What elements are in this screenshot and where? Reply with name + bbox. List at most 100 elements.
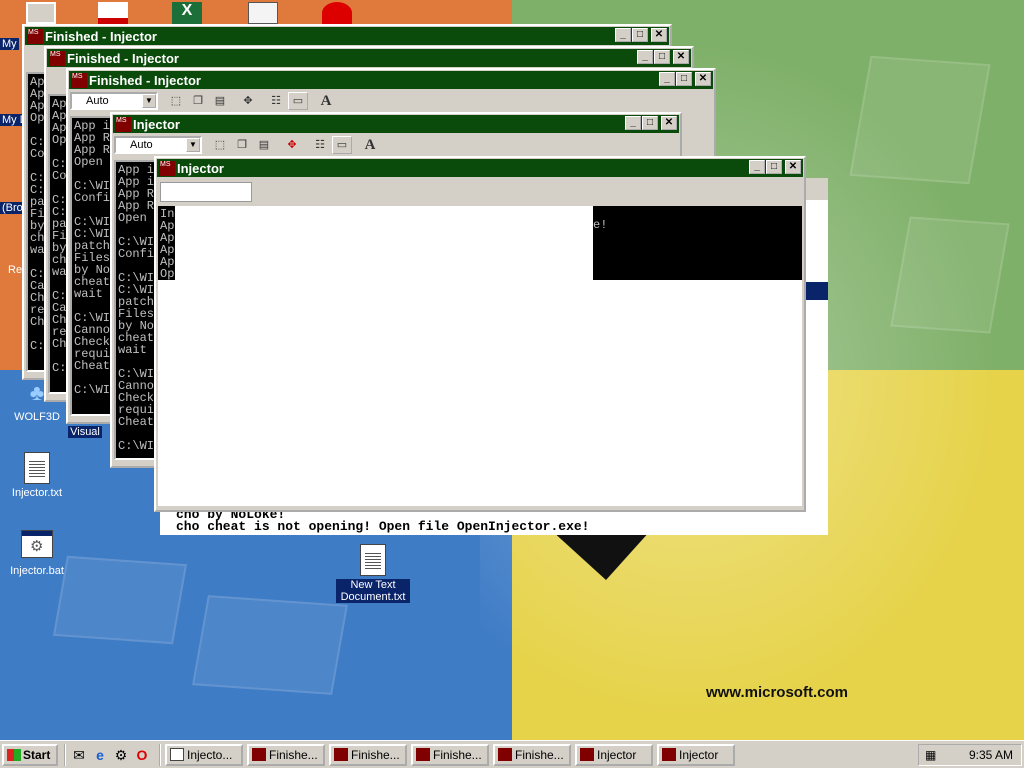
copy-icon[interactable]: ❐	[232, 136, 252, 154]
close-button[interactable]: ✕	[695, 72, 711, 86]
console-toolbar: Auto ▼ ⬚ ❐ ▤ ✥ ☷ ▭ A	[68, 90, 714, 112]
notepad-icon	[170, 748, 184, 761]
background-icon[interactable]: ▭	[288, 92, 308, 110]
properties-icon[interactable]: ☷	[266, 92, 286, 110]
chevron-down-icon[interactable]: ▼	[186, 138, 200, 152]
injector-window-2[interactable]: MS Injector _ □ ✕ In Ap Ap Ap Ap Op e!	[154, 156, 806, 512]
desktop-icon-injector-bat[interactable]: Injector.bat	[0, 528, 74, 577]
desktop-icon-new-text-document[interactable]: New Text Document.txt	[336, 544, 410, 603]
minimize-button[interactable]: _	[625, 116, 641, 130]
font-size-dropdown[interactable]	[160, 182, 252, 202]
opera-icon[interactable]	[322, 2, 352, 24]
font-icon[interactable]: A	[316, 92, 336, 110]
maximize-button[interactable]: □	[676, 72, 692, 86]
title-bar[interactable]: MS Injector _ □ ✕	[113, 115, 679, 133]
ms-dos-icon	[334, 748, 348, 761]
outlook-icon[interactable]	[98, 2, 128, 24]
paste-icon[interactable]: ▤	[210, 92, 230, 110]
ms-dos-icon: MS	[115, 116, 131, 132]
mark-icon[interactable]: ⬚	[166, 92, 186, 110]
quick-launch: ✉ e ⚙ O	[64, 743, 151, 766]
taskbar-item-label: Finishe...	[515, 747, 564, 762]
wallpaper-tile	[192, 595, 348, 695]
paste-icon[interactable]: ▤	[254, 136, 274, 154]
clock[interactable]: 9:35 AM	[969, 748, 1013, 762]
console-toolbar: Auto ▼ ⬚ ❐ ▤ ✥ ☷ ▭ A	[112, 134, 680, 156]
maximize-button[interactable]: □	[632, 28, 648, 42]
full-screen-icon[interactable]: ✥	[238, 92, 258, 110]
taskbar-item[interactable]: Finishe...	[247, 743, 325, 766]
taskbar-item-label: Finishe...	[433, 747, 482, 762]
taskbar-item[interactable]: Injector	[575, 743, 653, 766]
background-icon[interactable]: ▭	[332, 136, 352, 154]
title-bar[interactable]: MS Injector _ □ ✕	[157, 159, 803, 177]
ms-dos-icon	[416, 748, 430, 761]
minimize-button[interactable]: _	[749, 160, 765, 174]
chevron-down-icon[interactable]: ▼	[142, 94, 156, 108]
ms-dos-icon	[498, 748, 512, 761]
microsoft-url-text: www.microsoft.com	[706, 684, 848, 701]
taskbar-item[interactable]: Finishe...	[329, 743, 407, 766]
properties-icon[interactable]: ☷	[310, 136, 330, 154]
desktop-icon-label: Visual	[68, 426, 102, 438]
taskbar-item[interactable]: Injecto...	[165, 743, 243, 766]
window-title: Finished - Injector	[45, 28, 157, 44]
font-size-value: Auto	[86, 95, 109, 107]
show-desktop-icon[interactable]: ⚙	[112, 746, 130, 764]
task-list: Injecto... Finishe... Finishe... Finishe…	[159, 743, 735, 766]
close-button[interactable]: ✕	[651, 28, 667, 42]
full-screen-icon[interactable]: ✥	[282, 136, 302, 154]
maximize-button[interactable]: □	[642, 116, 658, 130]
my-computer-icon[interactable]	[26, 2, 56, 24]
desktop-icon-label: WOLF3D	[14, 411, 60, 423]
console-output-line: cho cheat is not opening! Open file Open…	[176, 519, 590, 534]
windows-logo-icon	[7, 748, 21, 761]
desktop-icon-label: New Text Document.txt	[336, 579, 410, 603]
wallpaper-tile	[849, 55, 991, 185]
ms-dos-icon: MS	[27, 28, 43, 44]
taskbar-item[interactable]: Finishe...	[493, 743, 571, 766]
internet-explorer-icon[interactable]: e	[91, 746, 109, 764]
desktop-icon-label: Injector.bat	[10, 565, 64, 577]
font-size-dropdown[interactable]: Auto ▼	[70, 92, 158, 110]
close-button[interactable]: ✕	[785, 160, 801, 174]
start-label: Start	[23, 747, 51, 762]
title-bar[interactable]: MS Finished - Injector _ □ ✕	[69, 71, 713, 89]
font-icon[interactable]: A	[360, 136, 380, 154]
title-bar[interactable]: MS Finished - Injector _ □ ✕	[47, 49, 691, 67]
maximize-button[interactable]: □	[766, 160, 782, 174]
title-bar[interactable]: MS Finished - Injector _ □ ✕	[25, 27, 669, 45]
maximize-button[interactable]: □	[654, 50, 670, 64]
ms-dos-icon	[580, 748, 594, 761]
window-title: Injector	[177, 160, 224, 176]
close-button[interactable]: ✕	[661, 116, 677, 130]
font-size-dropdown[interactable]: Auto ▼	[114, 136, 202, 154]
minimize-button[interactable]: _	[637, 50, 653, 64]
mark-icon[interactable]: ⬚	[210, 136, 230, 154]
start-button[interactable]: Start	[2, 743, 58, 766]
taskbar-item[interactable]: Finishe...	[411, 743, 489, 766]
taskbar-item-label: Finishe...	[351, 747, 400, 762]
taskbar-item-label: Injecto...	[187, 747, 233, 762]
desktop-icon-visual[interactable]: Visual	[60, 426, 110, 438]
batch-file-icon	[21, 530, 53, 562]
desktop-icon-injector-txt[interactable]: Injector.txt	[0, 452, 74, 499]
ms-dos-icon: MS	[159, 160, 175, 176]
window-title: Finished - Injector	[67, 50, 179, 66]
scheduler-icon[interactable]	[248, 2, 278, 24]
desktop-icon-label[interactable]: My	[0, 38, 19, 50]
taskbar-item-label: Finishe...	[269, 747, 318, 762]
text-file-icon	[357, 544, 389, 576]
scheduler-icon[interactable]: ▦	[925, 748, 941, 762]
excel-icon[interactable]: X	[172, 2, 202, 24]
minimize-button[interactable]: _	[615, 28, 631, 42]
taskbar-item[interactable]: Injector	[657, 743, 735, 766]
opera-icon[interactable]: O	[133, 746, 151, 764]
outlook-express-icon[interactable]: ✉	[70, 746, 88, 764]
ms-dos-icon	[252, 748, 266, 761]
taskbar: Start ✉ e ⚙ O Injecto... Finishe... Fini…	[0, 740, 1024, 768]
close-button[interactable]: ✕	[673, 50, 689, 64]
ms-dos-icon: MS	[71, 72, 87, 88]
copy-icon[interactable]: ❐	[188, 92, 208, 110]
minimize-button[interactable]: _	[659, 72, 675, 86]
